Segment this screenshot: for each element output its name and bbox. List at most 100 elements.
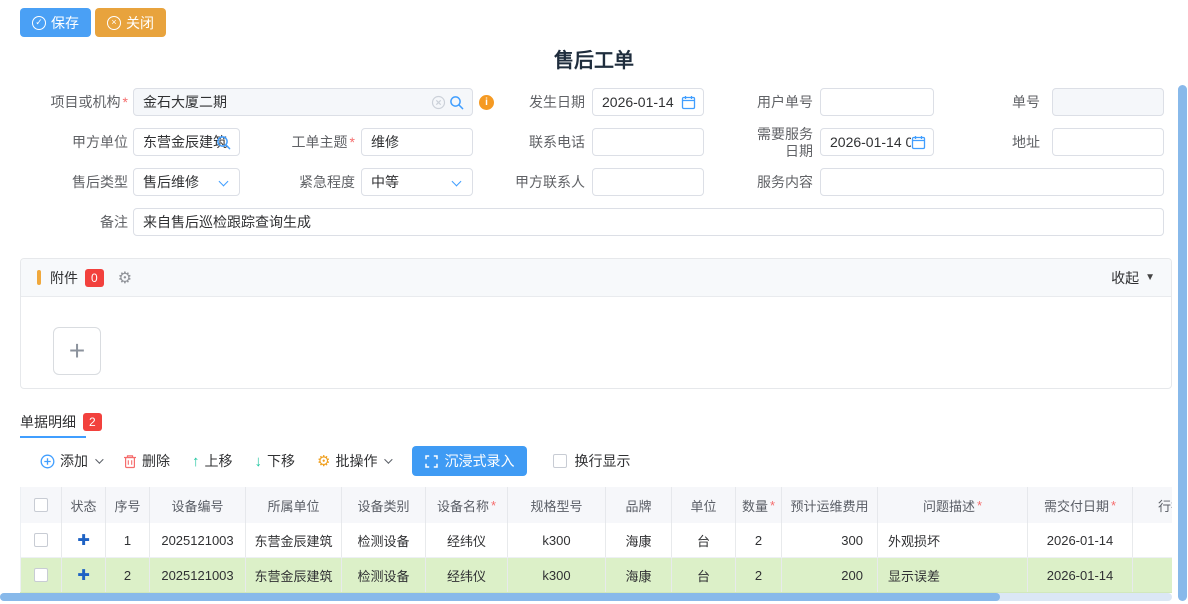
vertical-scrollbar-thumb[interactable] — [1178, 85, 1187, 601]
address-input[interactable] — [1052, 128, 1164, 156]
add-row-button[interactable]: 添加 — [40, 451, 101, 471]
tab-detail[interactable]: 单据明细 2 — [20, 412, 102, 432]
save-button[interactable]: ✓ 保存 — [20, 8, 91, 37]
attachments-count-badge: 0 — [85, 269, 104, 287]
chevron-down-icon — [219, 177, 229, 187]
select-all-cell — [20, 487, 62, 523]
col-qty: 数量* — [736, 487, 782, 523]
project-input[interactable]: 金石大厦二期 — [133, 88, 473, 116]
plus-icon: + — [69, 337, 85, 365]
close-circle-icon: × — [107, 16, 121, 30]
tab-active-indicator — [20, 436, 86, 438]
gear-icon[interactable]: ⚙ — [118, 268, 132, 287]
col-row-op: 行操作 — [1133, 487, 1172, 523]
chevron-down-icon — [452, 177, 462, 187]
search-icon[interactable] — [216, 135, 232, 151]
form-row-1: 项目或机构* 金石大厦二期 i 发生日期 2026-01-14 用户单号 单号 — [0, 88, 1188, 128]
wrap-display-checkbox[interactable] — [553, 454, 567, 468]
aftersale-type-label: 售后类型 — [0, 168, 128, 196]
save-button-label: 保存 — [51, 13, 79, 33]
phone-input[interactable] — [592, 128, 704, 156]
col-model: 规格型号 — [508, 487, 606, 523]
aftersale-type-select[interactable]: 售后维修 — [133, 168, 240, 196]
gear-icon: ⚙ — [317, 452, 330, 470]
table-row[interactable]: ✚ 1 2025121003 东营金辰建筑 检测设备 经纬仪 k300 海康 台… — [20, 523, 1172, 558]
party-a-input[interactable]: 东营金辰建筑 — [133, 128, 240, 156]
immersive-entry-button[interactable]: 沉浸式录入 — [412, 446, 527, 476]
col-due: 需交付日期* — [1028, 487, 1133, 523]
user-order-input[interactable] — [820, 88, 934, 116]
check-circle-icon: ✓ — [32, 16, 46, 30]
party-contact-input[interactable] — [592, 168, 704, 196]
required-star: * — [491, 498, 496, 513]
move-down-button[interactable]: ↓ 下移 — [255, 451, 296, 471]
page-title: 售后工单 — [0, 44, 1188, 73]
party-a-label: 甲方单位 — [0, 128, 128, 156]
chevron-down-icon — [95, 455, 103, 463]
row-add-icon[interactable]: ✚ — [77, 531, 90, 549]
remark-label: 备注 — [0, 208, 128, 236]
search-icon[interactable] — [449, 95, 465, 111]
calendar-icon[interactable] — [911, 135, 926, 150]
col-measure: 单位 — [672, 487, 736, 523]
remark-input[interactable]: 来自售后巡检跟踪查询生成 — [133, 208, 1164, 236]
required-star: * — [123, 94, 128, 110]
delete-row-button[interactable]: 删除 — [123, 451, 170, 471]
col-brand: 品牌 — [606, 487, 672, 523]
col-status: 状态 — [62, 487, 106, 523]
urgency-label: 紧急程度 — [270, 168, 355, 196]
work-order-form: 项目或机构* 金石大厦二期 i 发生日期 2026-01-14 用户单号 单号 … — [0, 88, 1188, 248]
service-content-input[interactable] — [820, 168, 1164, 196]
row-checkbox[interactable] — [34, 568, 48, 582]
detail-count-badge: 2 — [83, 413, 102, 431]
calendar-icon[interactable] — [681, 95, 696, 110]
horizontal-scrollbar-thumb[interactable] — [0, 593, 1000, 601]
info-icon[interactable]: i — [479, 95, 494, 110]
batch-actions-button[interactable]: ⚙ 批操作 — [317, 451, 390, 471]
required-star: * — [1111, 498, 1116, 513]
phone-label: 联系电话 — [500, 128, 585, 156]
arrow-down-icon: ↓ — [255, 453, 263, 470]
address-label: 地址 — [985, 128, 1040, 156]
clear-icon[interactable] — [431, 95, 446, 110]
occur-date-input[interactable]: 2026-01-14 — [592, 88, 704, 116]
service-date-label: 需要服务日期 — [745, 126, 813, 154]
row-add-icon[interactable]: ✚ — [77, 566, 90, 584]
urgency-select[interactable]: 中等 — [361, 168, 473, 196]
table-header-row: 状态 序号 设备编号 所属单位 设备类别 设备名称* 规格型号 品牌 单位 数量… — [20, 487, 1172, 523]
horizontal-scrollbar[interactable] — [0, 593, 1172, 601]
fullscreen-icon — [425, 455, 438, 468]
order-no-label: 单号 — [985, 88, 1040, 116]
wrap-display-label: 换行显示 — [574, 451, 630, 471]
col-problem: 问题描述* — [878, 487, 1028, 523]
detail-toolbar: 添加 删除 ↑ 上移 ↓ 下移 ⚙ 批操作 沉浸式录入 换行显示 — [40, 446, 630, 476]
service-content-label: 服务内容 — [745, 168, 813, 196]
close-button-label: 关闭 — [126, 13, 154, 33]
col-unit: 所属单位 — [246, 487, 342, 523]
attachments-panel: 附件 0 ⚙ 收起 ▼ + — [20, 258, 1172, 389]
move-up-button[interactable]: ↑ 上移 — [192, 451, 233, 471]
col-cost: 预计运维费用 — [782, 487, 878, 523]
row-checkbox[interactable] — [34, 533, 48, 547]
required-star: * — [350, 134, 355, 150]
col-seq: 序号 — [106, 487, 150, 523]
select-all-checkbox[interactable] — [34, 498, 48, 512]
subject-input[interactable]: 维修 — [361, 128, 473, 156]
form-row-3: 售后类型 售后维修 紧急程度 中等 甲方联系人 服务内容 — [0, 168, 1188, 208]
wrap-display-option[interactable]: 换行显示 — [553, 451, 630, 471]
add-attachment-button[interactable]: + — [53, 327, 101, 375]
chevron-down-icon — [385, 455, 393, 463]
close-button[interactable]: × 关闭 — [95, 8, 166, 37]
plus-circle-icon — [40, 454, 55, 469]
occur-date-label: 发生日期 — [500, 88, 585, 116]
arrow-up-icon: ↑ — [192, 453, 200, 470]
required-star: * — [977, 498, 982, 513]
user-order-label: 用户单号 — [725, 88, 813, 116]
party-contact-label: 甲方联系人 — [500, 168, 585, 196]
service-date-input[interactable]: 2026-01-14 0 — [820, 128, 934, 156]
subject-label: 工单主题* — [270, 128, 355, 156]
section-marker — [37, 270, 41, 285]
table-row-selected[interactable]: ✚ 2 2025121003 东营金辰建筑 检测设备 经纬仪 k300 海康 台… — [20, 558, 1172, 593]
collapse-toggle[interactable]: 收起 ▼ — [1111, 268, 1155, 288]
required-star: * — [770, 498, 775, 513]
